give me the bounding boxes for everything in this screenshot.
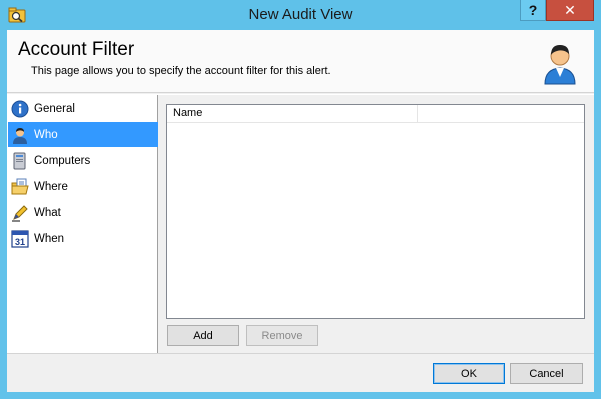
list-header: Name: [167, 105, 584, 123]
nav-item-label: Computers: [34, 154, 91, 167]
nav-item-where[interactable]: Where: [8, 174, 158, 199]
cancel-button[interactable]: Cancel: [510, 363, 583, 384]
add-button[interactable]: Add: [167, 325, 239, 346]
title-bar[interactable]: New Audit View ? ✕: [0, 0, 601, 30]
help-icon: ?: [528, 2, 538, 18]
close-icon: ✕: [564, 1, 576, 18]
nav-item-label: Who: [34, 128, 58, 141]
user-icon: [13, 127, 27, 144]
main-panel: Name Add Remove: [159, 95, 594, 353]
pencil-icon: [12, 204, 28, 222]
nav-item-label: Where: [34, 180, 68, 193]
remove-button[interactable]: Remove: [246, 325, 318, 346]
nav-item-label: What: [34, 206, 61, 219]
info-icon: [11, 100, 29, 117]
folder-icon: [11, 178, 29, 194]
page-description: This page allows you to specify the acco…: [31, 65, 331, 77]
dialog-client-area: Account Filter This page allows you to s…: [7, 30, 594, 392]
window-title: New Audit View: [248, 6, 353, 23]
nav-item-general[interactable]: General: [8, 96, 158, 121]
nav-item-label: General: [34, 102, 75, 115]
nav-item-who[interactable]: Who: [8, 122, 158, 147]
user-icon: [544, 45, 576, 85]
dialog-window: New Audit View ? ✕ Account Filter This p…: [0, 0, 601, 399]
nav-item-when[interactable]: 31 When: [8, 226, 158, 251]
calendar-icon-text: 31: [15, 237, 25, 247]
page-title: Account Filter: [18, 39, 135, 60]
computer-icon: [13, 152, 26, 169]
navigation-list: General Who Computers Where What 31 When: [7, 95, 158, 353]
footer-divider: [7, 353, 594, 354]
help-button[interactable]: ?: [520, 0, 546, 21]
calendar-icon: 31: [11, 229, 29, 248]
close-button[interactable]: ✕: [546, 0, 594, 21]
nav-item-computers[interactable]: Computers: [8, 148, 158, 173]
accounts-list[interactable]: Name: [166, 104, 585, 319]
nav-item-label: When: [34, 232, 65, 245]
ok-button[interactable]: OK: [433, 363, 505, 384]
nav-item-what[interactable]: What: [8, 200, 158, 225]
column-header-name[interactable]: Name: [167, 105, 418, 123]
page-header: Account Filter This page allows you to s…: [7, 30, 594, 93]
